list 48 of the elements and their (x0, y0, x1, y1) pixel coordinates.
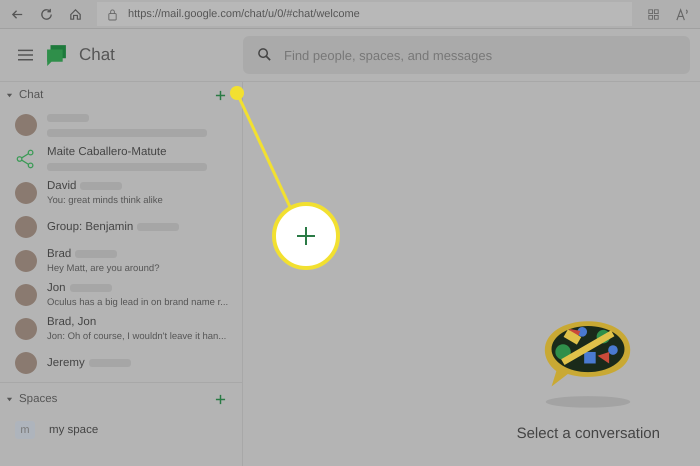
message-preview: Oculus has a big lead in on brand name r... (47, 297, 228, 308)
space-initial: m (15, 421, 35, 439)
avatar-placeholder (15, 284, 37, 306)
avatar-placeholder (15, 352, 37, 374)
contact-name: Brad (47, 248, 72, 260)
reload-icon[interactable] (39, 6, 54, 22)
contact-name: Jon (47, 282, 66, 294)
contact-name: Jeremy (47, 357, 85, 369)
app-title: Chat (79, 45, 115, 65)
caret-icon[interactable] (6, 396, 13, 402)
chat-list-item[interactable]: Group: Benjamin (0, 210, 242, 244)
plus-icon[interactable] (215, 394, 226, 404)
section-title[interactable]: Chat (19, 89, 44, 101)
message-preview: You: great minds think alike (47, 195, 163, 206)
read-aloud-icon[interactable] (675, 6, 690, 22)
menu-icon[interactable] (18, 49, 33, 61)
chat-list-item[interactable]: David You: great minds think alike (0, 176, 242, 210)
magnified-callout-circle (272, 202, 340, 270)
lock-icon (107, 8, 118, 20)
avatar-placeholder (15, 250, 37, 272)
home-icon[interactable] (68, 6, 83, 22)
chat-list-item[interactable]: Brad Hey Matt, are you around? (0, 244, 242, 278)
space-name: my space (49, 424, 98, 436)
plus-icon[interactable] (215, 90, 226, 100)
avatar-placeholder (15, 318, 37, 340)
chat-list-item[interactable]: Jon Oculus has a big lead in on brand name r... (0, 278, 242, 312)
contact-name: Maite Caballero-Matute (47, 146, 167, 158)
avatar-placeholder (15, 216, 37, 238)
chat-list-item[interactable]: Jeremy (0, 346, 242, 380)
plus-icon (296, 226, 316, 246)
section-title[interactable]: Spaces (19, 393, 58, 405)
chat-list-item[interactable]: Maite Caballero-Matute (0, 142, 242, 176)
space-list-item[interactable]: m my space (0, 415, 242, 445)
avatar-placeholder (15, 182, 37, 204)
contact-name: Group: Benjamin (47, 221, 134, 233)
empty-state-text: Select a conversation (516, 425, 660, 442)
avatar-placeholder (15, 114, 37, 136)
chat-list-item[interactable]: Brad, Jon Jon: Oh of course, I wouldn't leave it han... (0, 312, 242, 346)
contact-name: David (47, 180, 76, 192)
message-preview: Hey Matt, are you around? (47, 263, 160, 274)
search-icon (257, 47, 272, 62)
grid-icon[interactable] (646, 6, 661, 22)
address-bar[interactable]: https://mail.google.com/chat/u/0/#chat/welcome (97, 2, 632, 26)
caret-icon[interactable] (6, 92, 13, 98)
chat-logo-icon (45, 44, 67, 66)
message-preview: Jon: Oh of course, I wouldn't leave it han... (47, 331, 226, 342)
contact-name: Brad, Jon (47, 316, 96, 328)
url-text: https://mail.google.com/chat/u/0/#chat/welcome (128, 8, 360, 20)
